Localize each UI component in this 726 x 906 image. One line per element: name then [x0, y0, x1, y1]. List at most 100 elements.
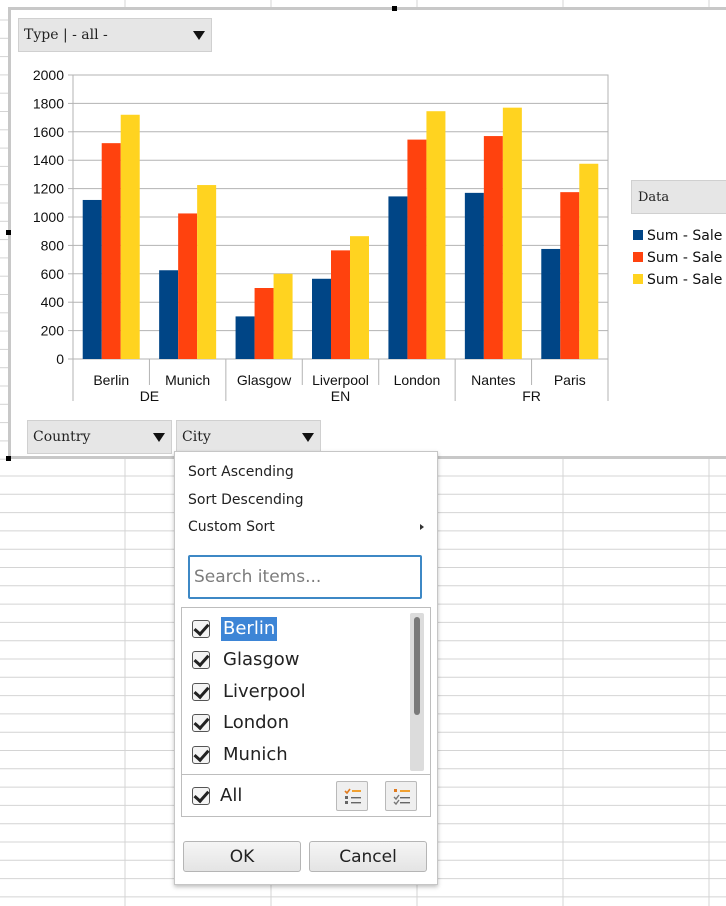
y-tick-label: 200 [41, 323, 65, 339]
chevron-down-icon [193, 31, 205, 40]
bar [235, 316, 255, 359]
bar [197, 185, 217, 359]
x-category-label: Munich [165, 372, 210, 388]
x-category-label: Nantes [471, 372, 515, 388]
list-item[interactable]: Berlin [192, 616, 278, 642]
city-items-list[interactable]: Berlin Glasgow Liverpool London Munich [181, 607, 431, 775]
country-field-label: Country [33, 429, 91, 445]
y-tick-label: 0 [56, 351, 64, 367]
bar [331, 250, 350, 359]
bar [312, 278, 331, 359]
type-filter-label: Type | - all - [24, 27, 108, 43]
checkbox[interactable] [192, 683, 210, 701]
city-field-label: City [182, 429, 211, 445]
bar [254, 288, 274, 359]
y-tick-label: 2000 [33, 67, 64, 83]
chevron-down-icon [153, 433, 165, 442]
x-category-label: Glasgow [237, 372, 292, 388]
unselect-current-icon [393, 789, 410, 806]
checkbox[interactable] [192, 714, 210, 732]
list-item[interactable]: Glasgow [192, 647, 302, 673]
list-item[interactable]: Liverpool [192, 679, 308, 705]
search-items-input[interactable] [188, 555, 422, 599]
bar [541, 248, 561, 359]
x-group-label: EN [331, 388, 350, 404]
x-group-label: DE [140, 388, 159, 404]
legend-label: Sum - Sale [647, 228, 723, 244]
y-tick-label: 1800 [33, 95, 64, 111]
bar-chart: 0 200 400 600 800 1000 1200 1400 1600 1800 2000 Ber… [33, 67, 609, 404]
type-filter-button[interactable]: Type | - all - [18, 18, 212, 52]
list-item[interactable]: London [192, 710, 291, 736]
custom-sort-item[interactable]: Custom Sort [188, 519, 275, 535]
bar [120, 114, 140, 359]
all-checkbox[interactable] [192, 787, 210, 805]
x-category-label: Paris [554, 372, 586, 388]
bar [388, 196, 408, 359]
y-tick-label: 1200 [33, 181, 64, 197]
sort-descending-item[interactable]: Sort Descending [188, 492, 304, 508]
x-category-label: Liverpool [312, 372, 369, 388]
bar [502, 107, 522, 359]
bar [178, 213, 198, 359]
bar [560, 192, 580, 359]
all-label: All [220, 785, 243, 806]
y-tick-label: 400 [41, 294, 65, 310]
selection-handle-top[interactable] [392, 6, 397, 11]
legend-swatch [633, 252, 643, 262]
x-category-label: Berlin [93, 372, 129, 388]
y-tick-label: 1400 [33, 152, 64, 168]
scrollbar-thumb[interactable] [414, 617, 420, 715]
selection-handle-bottom-left[interactable] [6, 456, 11, 461]
bar [101, 143, 121, 359]
list-item-label: London [223, 712, 289, 733]
y-tick-label: 800 [41, 237, 65, 253]
all-items-row: All [181, 775, 431, 817]
pivot-chart-frame[interactable]: 0 200 400 600 800 1000 1200 1400 1600 1800 2000 Ber… [8, 7, 726, 459]
x-category-label: London [394, 372, 441, 388]
city-filter-popup: Sort Ascending Sort Descending Custom So… [174, 451, 438, 885]
list-item-label: Liverpool [223, 681, 306, 702]
cancel-button[interactable]: Cancel [309, 841, 427, 872]
list-scrollbar[interactable] [410, 613, 424, 771]
legend-entry: Sum - Sale [633, 228, 722, 244]
legend-label: Sum - Sale [647, 272, 723, 288]
legend-swatch [633, 274, 643, 284]
city-field-button[interactable]: City [176, 420, 321, 454]
x-group-label: FR [522, 388, 541, 404]
ok-button[interactable]: OK [183, 841, 301, 872]
legend-swatch [633, 230, 643, 240]
bar [464, 192, 484, 359]
country-field-button[interactable]: Country [27, 420, 172, 454]
checkbox[interactable] [192, 651, 210, 669]
y-tick-label: 1000 [33, 209, 64, 225]
bar [159, 270, 179, 359]
submenu-arrow-icon [420, 524, 424, 530]
data-field-button[interactable]: Data [631, 180, 726, 214]
list-item[interactable]: Munich [192, 742, 290, 768]
bar [407, 139, 427, 359]
select-current-button[interactable] [336, 781, 368, 811]
bar [82, 199, 102, 359]
sort-ascending-item[interactable]: Sort Ascending [188, 464, 294, 480]
checkbox[interactable] [192, 746, 210, 764]
bar [579, 163, 599, 359]
bar [273, 273, 293, 359]
data-field-label: Data [638, 189, 670, 205]
legend-entry: Sum - Sale [633, 272, 722, 288]
bar [350, 236, 369, 359]
y-tick-label: 600 [41, 266, 65, 282]
bar [483, 136, 503, 359]
checkbox[interactable] [192, 620, 210, 638]
all-checkbox-row[interactable]: All [192, 783, 244, 809]
list-item-label: Berlin [221, 617, 278, 641]
y-tick-label: 1600 [33, 124, 64, 140]
list-item-label: Munich [223, 744, 288, 765]
chevron-down-icon [302, 433, 314, 442]
bar [426, 111, 446, 360]
list-item-label: Glasgow [223, 649, 300, 670]
legend-entry: Sum - Sale [633, 250, 722, 266]
selection-handle-left[interactable] [6, 230, 11, 235]
unselect-current-button[interactable] [385, 781, 417, 811]
select-current-icon [344, 788, 361, 804]
